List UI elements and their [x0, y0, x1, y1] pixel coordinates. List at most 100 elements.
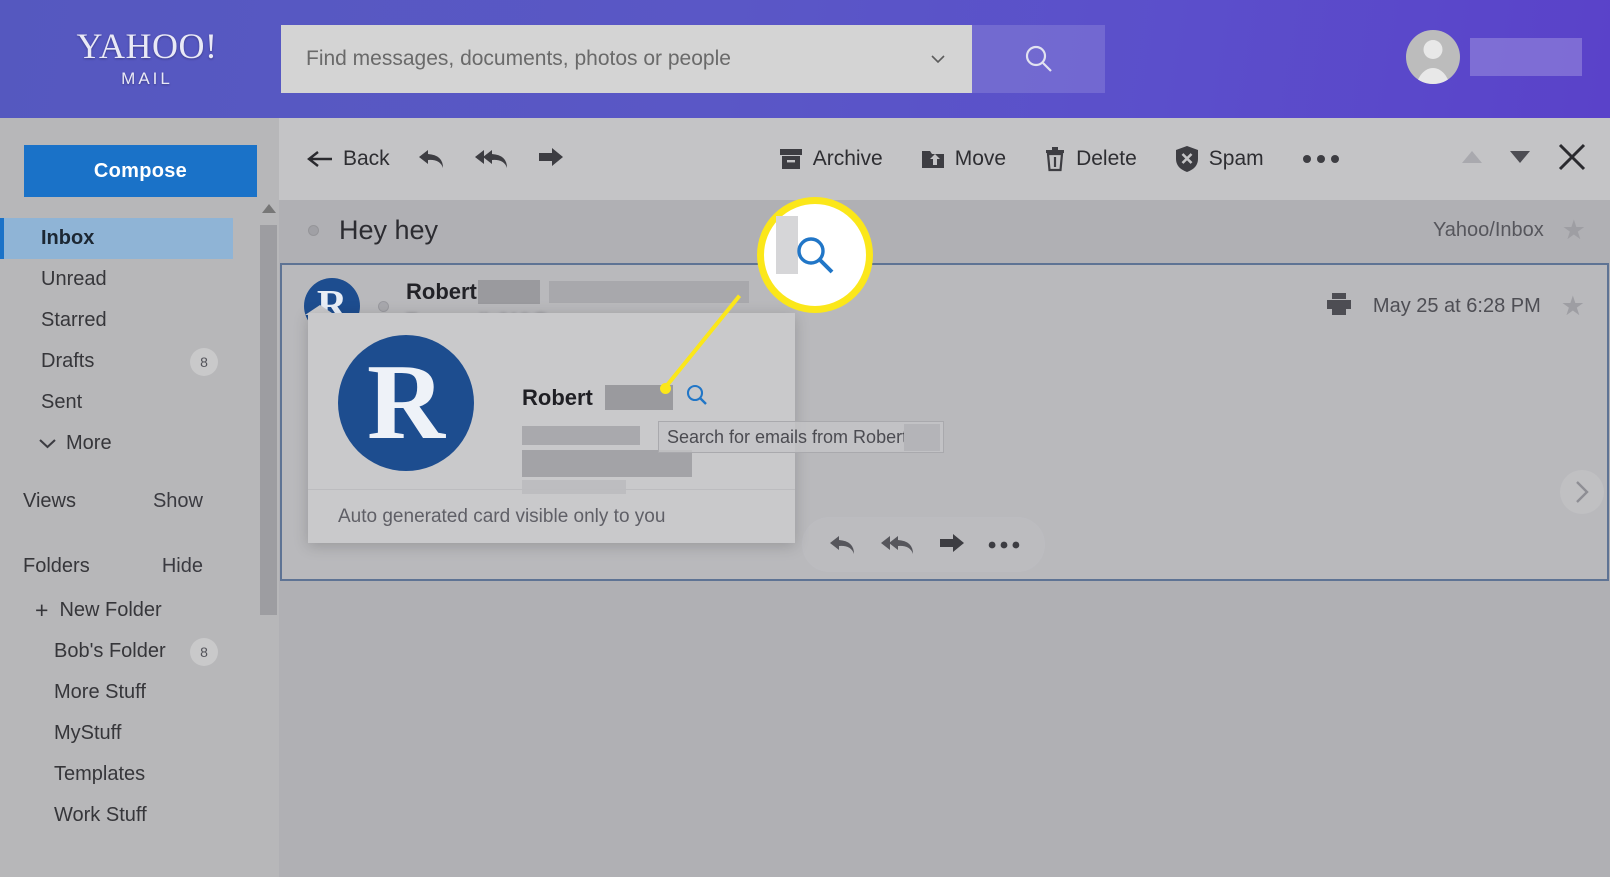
contact-details: Robert: [522, 335, 709, 494]
contact-name-row: Robert: [522, 383, 709, 412]
ellipsis-icon[interactable]: [1301, 153, 1341, 165]
caret-down-icon[interactable]: [1508, 148, 1532, 171]
message-header-right: May 25 at 6:28 PM ★: [1325, 291, 1585, 322]
message-read-dot-icon[interactable]: [378, 300, 389, 312]
delete-label: Delete: [1076, 147, 1137, 170]
page-title: Hey hey: [339, 214, 439, 245]
folder-label: Templates: [54, 763, 146, 785]
contact-card-footer-text: Auto generated card visible only to you: [338, 505, 666, 527]
folder-label: MyStuff: [54, 722, 122, 744]
close-icon[interactable]: [1556, 141, 1588, 178]
folders-hide-link[interactable]: Hide: [162, 555, 203, 578]
spam-label: Spam: [1208, 147, 1264, 170]
spam-button[interactable]: Spam: [1174, 145, 1264, 173]
printer-icon[interactable]: [1325, 291, 1353, 322]
search-button[interactable]: [972, 25, 1105, 93]
message-toolbar: Back Archive Move Delete Spam: [279, 118, 1610, 200]
chevron-down-icon: [39, 439, 56, 449]
callout-leader-dot: [660, 383, 671, 394]
move-folder-icon: [920, 146, 946, 172]
compose-button[interactable]: Compose: [24, 145, 257, 197]
callout-magnifier: [757, 197, 873, 313]
reply-all-icon[interactable]: [879, 532, 917, 558]
sidebar-scrollbar[interactable]: [259, 204, 279, 744]
sidebar-item-inbox[interactable]: Inbox: [0, 218, 233, 259]
move-button[interactable]: Move: [920, 146, 1006, 172]
sidebar-item-label: Drafts: [41, 350, 95, 372]
yahoo-mail-logo[interactable]: YAHOO! MAIL: [62, 26, 232, 90]
search-box: [281, 25, 972, 93]
folder-item-mystuff[interactable]: MyStuff: [0, 713, 260, 754]
back-button[interactable]: Back: [306, 147, 390, 171]
scroll-up-arrow-icon[interactable]: [262, 204, 276, 213]
sidebar-item-label: Unread: [41, 268, 107, 290]
drafts-count-badge: 8: [190, 347, 218, 376]
folder-label: Bob's Folder: [54, 640, 166, 662]
sidebar-item-sent[interactable]: Sent: [0, 382, 260, 423]
archive-label: Archive: [812, 147, 883, 170]
new-folder-button[interactable]: + New Folder: [0, 590, 260, 631]
folder-item-work-stuff[interactable]: Work Stuff: [0, 795, 260, 836]
avatar-body: [1415, 68, 1451, 84]
folder-label: Work Stuff: [54, 804, 147, 826]
forward-icon[interactable]: [936, 532, 968, 558]
account-menu[interactable]: [1406, 30, 1582, 84]
sidebar-item-unread[interactable]: Unread: [0, 259, 260, 300]
yahoo-mail-app: YAHOO! MAIL Find messages, documents, ph…: [0, 0, 1610, 877]
search-tooltip: Search for emails from Robert: [658, 421, 944, 453]
chevron-right-icon: [1576, 481, 1589, 503]
sidebar-item-label: Starred: [41, 309, 107, 331]
reply-icon[interactable]: [416, 146, 448, 172]
logo-yahoo-text: YAHOO!: [76, 26, 218, 66]
sender-name: Robert: [406, 279, 477, 304]
star-icon[interactable]: ★: [1561, 292, 1585, 320]
ellipsis-icon[interactable]: [987, 539, 1021, 551]
arrow-left-icon: [306, 148, 334, 170]
logo-mail-text: MAIL: [121, 69, 173, 88]
archive-button[interactable]: Archive: [778, 146, 883, 172]
sidebar-item-starred[interactable]: Starred: [0, 300, 260, 341]
folder-label: New Folder: [59, 599, 162, 621]
scrollbar-thumb[interactable]: [260, 225, 277, 615]
archive-icon: [778, 146, 804, 172]
app-header: YAHOO! MAIL: [0, 0, 1610, 118]
contact-detail-redacted-1: [522, 426, 640, 445]
delete-button[interactable]: Delete: [1043, 146, 1137, 172]
sidebar-item-more[interactable]: More: [0, 423, 260, 464]
folders-header[interactable]: Folders Hide: [0, 545, 260, 587]
message-folder-path: Yahoo/Inbox: [1432, 218, 1544, 241]
views-header[interactable]: Views Show: [0, 480, 260, 522]
tooltip-redacted-name: [904, 424, 940, 451]
star-icon[interactable]: ★: [1562, 216, 1586, 244]
back-label: Back: [343, 147, 390, 170]
tooltip-text: Search for emails from Robert: [667, 426, 908, 447]
next-message-button[interactable]: [1560, 470, 1604, 514]
chevron-down-icon[interactable]: [928, 49, 948, 69]
folder-count-badge: 8: [190, 637, 218, 666]
folder-item-templates[interactable]: Templates: [0, 754, 260, 795]
caret-up-icon[interactable]: [1460, 148, 1484, 171]
plus-icon: +: [35, 597, 49, 623]
sidebar-more-label: More: [66, 432, 112, 454]
user-avatar-icon[interactable]: [1406, 30, 1460, 84]
subject-bar: Hey hey Yahoo/Inbox ★: [279, 200, 1610, 260]
views-show-link[interactable]: Show: [153, 490, 203, 513]
reply-all-icon[interactable]: [474, 146, 510, 172]
message-actions-pill: [802, 517, 1045, 572]
folders-label: Folders: [23, 554, 90, 577]
subject-right: Yahoo/Inbox ★: [1432, 216, 1586, 244]
views-label: Views: [23, 489, 76, 512]
search-contact-icon[interactable]: [685, 383, 709, 412]
sidebar-item-label: Sent: [41, 391, 83, 413]
sidebar-item-drafts[interactable]: Drafts 8: [0, 341, 260, 382]
toolbar-right-controls: [1460, 141, 1588, 178]
reply-icon[interactable]: [826, 532, 860, 558]
unread-dot-icon[interactable]: [308, 224, 319, 236]
folder-item-bobs-folder[interactable]: Bob's Folder 8: [0, 631, 260, 672]
message-date: May 25 at 6:28 PM: [1372, 294, 1541, 317]
folder-item-more-stuff[interactable]: More Stuff: [0, 672, 260, 713]
sender-name-line[interactable]: Robert: [406, 279, 749, 305]
search-input[interactable]: [281, 26, 881, 92]
folder-label: More Stuff: [54, 681, 146, 703]
forward-icon[interactable]: [536, 146, 566, 172]
